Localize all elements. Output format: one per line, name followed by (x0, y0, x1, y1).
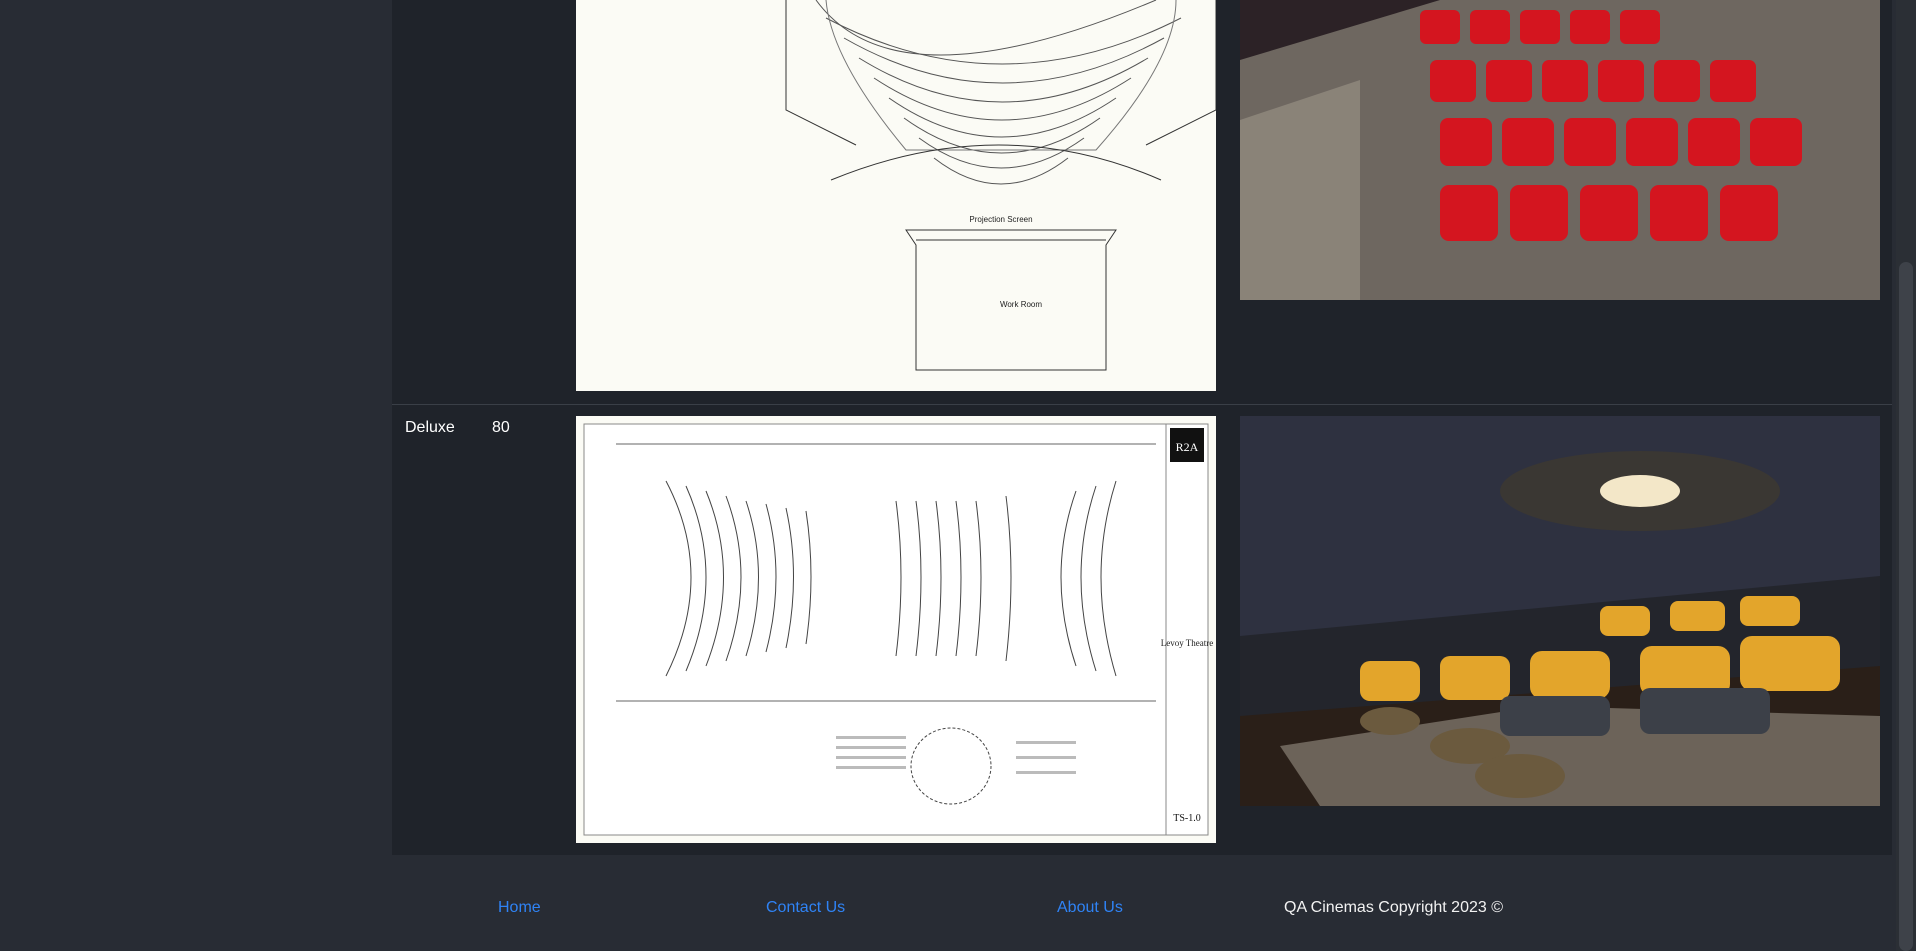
plan-sheet-number: TS-1.0 (1173, 813, 1201, 824)
scrollbar-thumb[interactable] (1899, 262, 1913, 951)
projection-screen-label: Projection Screen (969, 215, 1032, 224)
standard-screen-photo (1240, 0, 1880, 300)
footer-contact-link[interactable]: Contact Us (766, 900, 845, 916)
screen-name-cell: Deluxe (405, 419, 455, 436)
footer-copyright: QA Cinemas Copyright 2023 © (1284, 899, 1504, 916)
footer-home-link[interactable]: Home (498, 900, 541, 916)
plan-firm-logo: R2A (1176, 440, 1199, 454)
deluxe-screen-photo (1240, 416, 1880, 806)
deluxe-seating-plan-image: R2A Levoy Theatre TS-1.0 (576, 416, 1216, 843)
screen-capacity-cell: 80 (492, 419, 510, 436)
plan-theatre-name: Levoy Theatre (1161, 638, 1214, 648)
standard-seating-plan-image: Projection Screen Work Room (576, 0, 1216, 391)
footer-about-link[interactable]: About Us (1057, 900, 1123, 916)
row-divider (392, 404, 1892, 405)
page-scrollbar[interactable] (1896, 0, 1916, 951)
work-room-label: Work Room (1000, 300, 1042, 309)
